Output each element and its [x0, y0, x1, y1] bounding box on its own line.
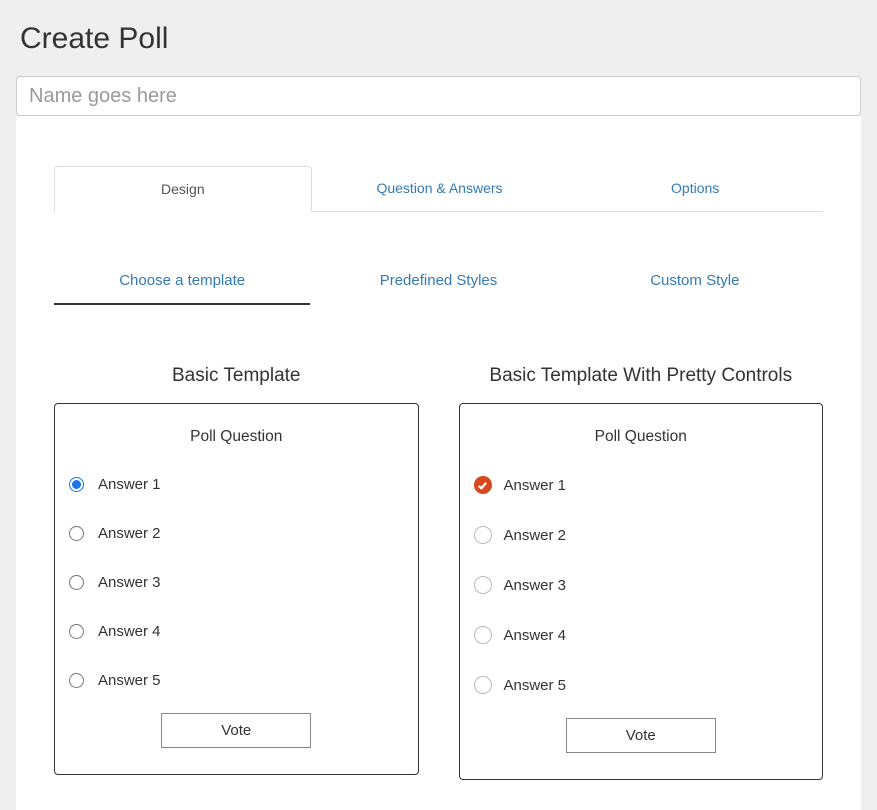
tab-options[interactable]: Options — [567, 166, 823, 211]
template-basic: Basic Template Poll Question Answer 1 An… — [54, 365, 419, 780]
answer-label: Answer 5 — [98, 672, 161, 689]
radio-icon[interactable] — [69, 526, 84, 541]
radio-icon[interactable] — [69, 673, 84, 688]
template-title: Basic Template — [54, 365, 419, 387]
answer-row[interactable]: Answer 2 — [474, 526, 809, 544]
design-subtabs: Choose a template Predefined Styles Cust… — [54, 262, 823, 305]
page-title: Create Poll — [20, 22, 861, 56]
answer-row[interactable]: Answer 4 — [474, 626, 809, 644]
answer-row[interactable]: Answer 5 — [69, 672, 404, 689]
poll-card[interactable]: Poll Question Answer 1 Answer 2 Answer 3 — [459, 403, 824, 780]
tab-question-answers[interactable]: Question & Answers — [312, 166, 568, 211]
subtab-choose-template[interactable]: Choose a template — [54, 262, 310, 305]
radio-icon[interactable] — [69, 477, 84, 492]
template-pretty: Basic Template With Pretty Controls Poll… — [459, 365, 824, 780]
answer-label: Answer 3 — [98, 574, 161, 591]
poll-question: Poll Question — [69, 428, 404, 446]
poll-name-input[interactable] — [16, 76, 861, 116]
answer-row[interactable]: Answer 4 — [69, 623, 404, 640]
poll-card[interactable]: Poll Question Answer 1 Answer 2 Answer 3 — [54, 403, 419, 775]
radio-checked-icon[interactable] — [474, 476, 492, 494]
answer-row[interactable]: Answer 3 — [69, 574, 404, 591]
answer-label: Answer 3 — [504, 577, 567, 594]
answer-row[interactable]: Answer 2 — [69, 525, 404, 542]
radio-icon[interactable] — [474, 576, 492, 594]
radio-icon[interactable] — [474, 676, 492, 694]
answer-label: Answer 1 — [98, 476, 161, 493]
radio-icon[interactable] — [474, 526, 492, 544]
answer-label: Answer 2 — [504, 527, 567, 544]
answer-label: Answer 4 — [98, 623, 161, 640]
answer-row[interactable]: Answer 1 — [69, 476, 404, 493]
subtab-predefined-styles[interactable]: Predefined Styles — [310, 262, 566, 305]
answer-label: Answer 5 — [504, 677, 567, 694]
answer-label: Answer 4 — [504, 627, 567, 644]
vote-button[interactable]: Vote — [566, 718, 716, 753]
poll-question: Poll Question — [474, 428, 809, 446]
primary-tabs: Design Question & Answers Options — [54, 166, 823, 212]
subtab-custom-style[interactable]: Custom Style — [567, 262, 823, 305]
radio-icon[interactable] — [474, 626, 492, 644]
answer-row[interactable]: Answer 5 — [474, 676, 809, 694]
answer-label: Answer 1 — [504, 477, 567, 494]
tab-design[interactable]: Design — [54, 166, 312, 212]
answer-label: Answer 2 — [98, 525, 161, 542]
radio-icon[interactable] — [69, 575, 84, 590]
answer-row[interactable]: Answer 3 — [474, 576, 809, 594]
radio-icon[interactable] — [69, 624, 84, 639]
template-title: Basic Template With Pretty Controls — [459, 365, 824, 387]
answer-row[interactable]: Answer 1 — [474, 476, 809, 494]
vote-button[interactable]: Vote — [161, 713, 311, 748]
